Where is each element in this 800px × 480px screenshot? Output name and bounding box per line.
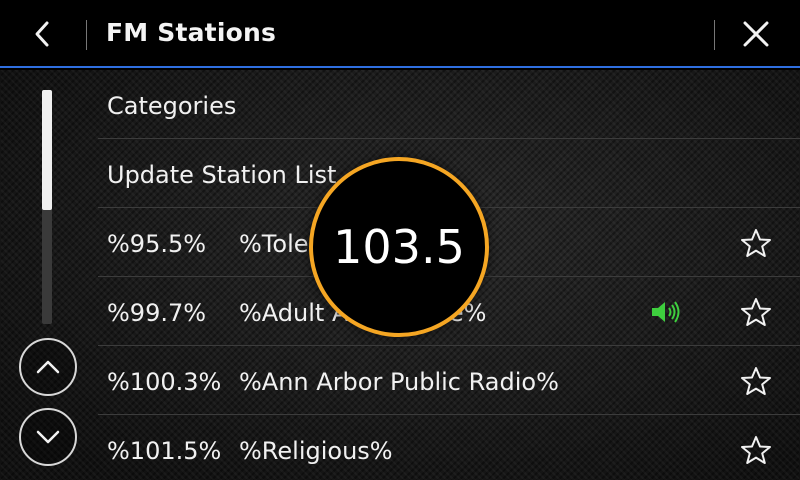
categories-label: Categories [107,92,237,120]
star-outline-icon [741,436,771,464]
favorite-button[interactable] [738,433,774,467]
tuned-frequency-overlay: 103.5 [309,157,489,337]
chevron-down-icon [36,430,60,444]
station-frequency: %99.7% [107,299,207,327]
station-row[interactable]: %101.5% %Religious% [98,415,800,480]
speaker-icon [652,301,680,323]
station-name: %Ann Arbor Public Radio% [239,368,559,396]
star-outline-icon [741,367,771,395]
favorite-button[interactable] [738,226,774,260]
favorite-button[interactable] [738,364,774,398]
header-divider [714,20,715,50]
station-name: %Religious% [239,437,393,465]
page-title: FM Stations [106,18,277,47]
station-frequency: %95.5% [107,230,207,258]
station-frequency: %100.3% [107,368,222,396]
chevron-left-icon [35,21,49,47]
star-outline-icon [741,229,771,257]
close-icon [743,21,769,47]
scrollbar[interactable] [42,90,52,324]
scrollbar-thumb[interactable] [42,90,52,210]
favorite-button[interactable] [738,295,774,329]
station-frequency: %101.5% [107,437,222,465]
star-outline-icon [741,298,771,326]
scroll-down-button[interactable] [19,408,77,466]
update-station-list-label: Update Station List [107,161,337,189]
tuned-frequency: 103.5 [333,220,465,274]
back-button[interactable] [18,12,66,56]
header-bar: FM Stations [0,0,800,68]
chevron-up-icon [36,360,60,374]
station-row[interactable]: %100.3% %Ann Arbor Public Radio% [98,346,800,415]
scroll-up-button[interactable] [19,338,77,396]
list-item-categories[interactable]: Categories [98,70,800,139]
close-button[interactable] [732,12,780,56]
header-divider [86,20,87,50]
